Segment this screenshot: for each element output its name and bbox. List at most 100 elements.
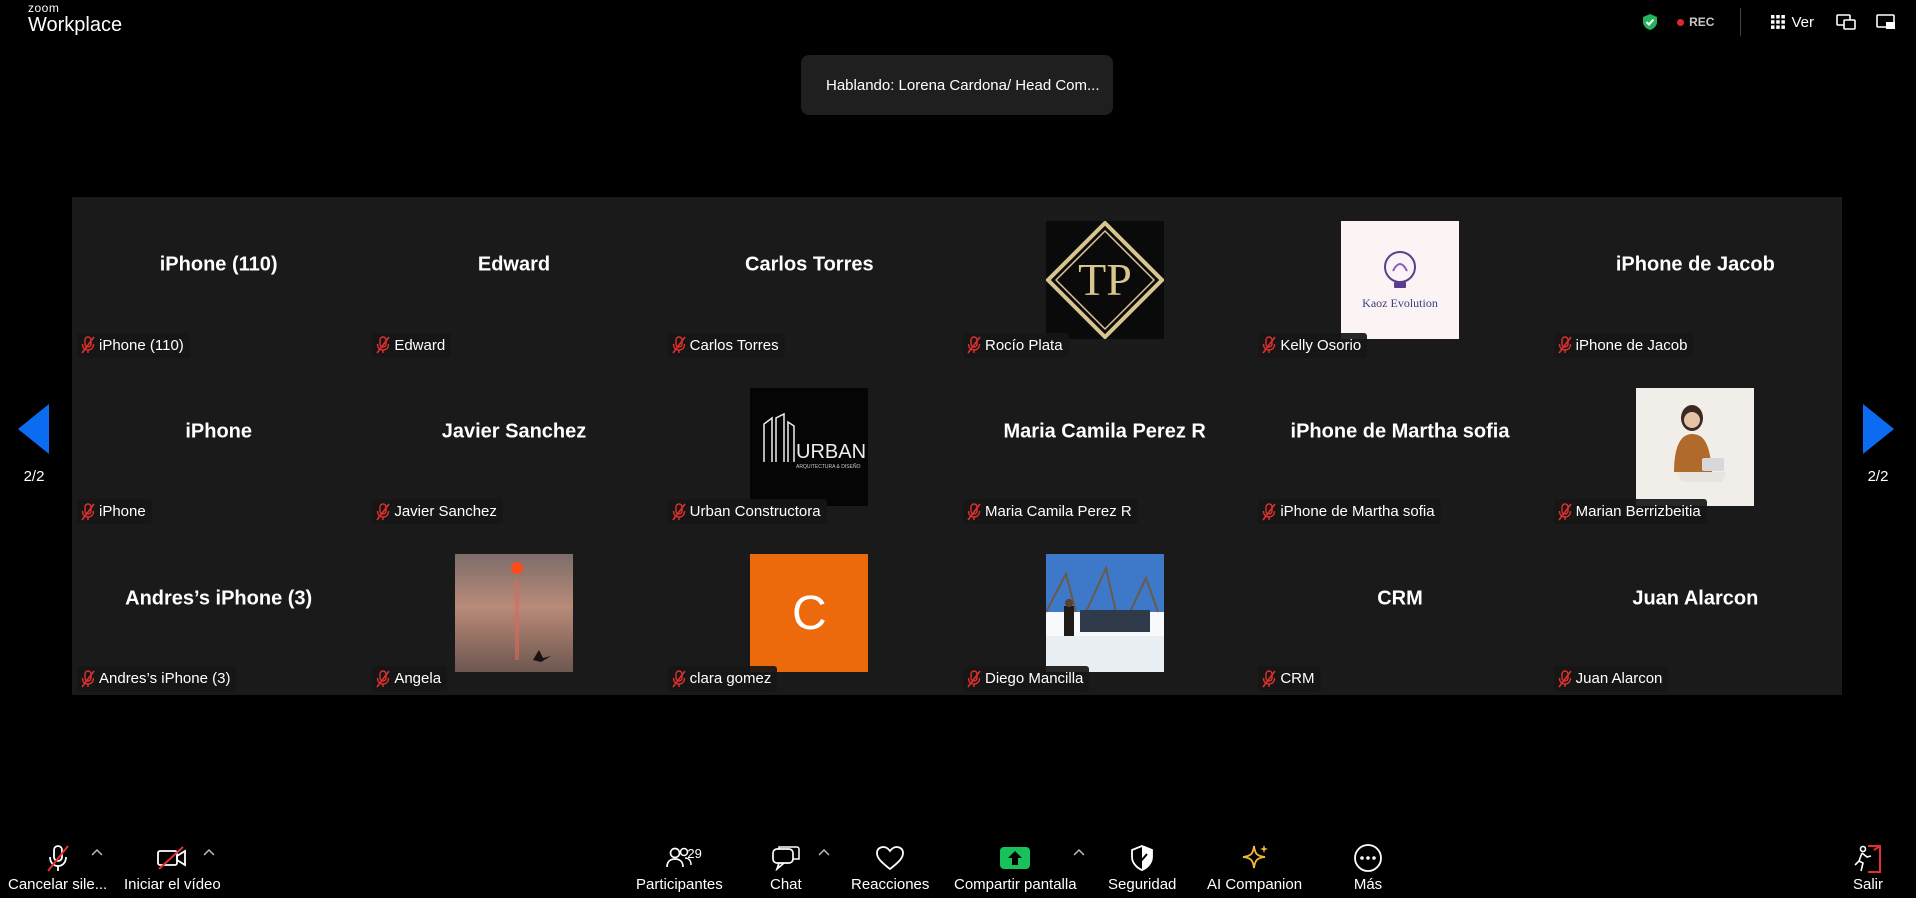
participant-tile[interactable]: iPhone de Jacob iPhone de Jacob — [1548, 197, 1842, 362]
participant-name: Rocío Plata — [985, 336, 1063, 354]
mic-muted-icon — [1262, 669, 1276, 687]
mic-muted-icon — [376, 669, 390, 687]
grid-view-icon — [1771, 15, 1786, 29]
participant-tile[interactable]: iPhone (110) iPhone (110) — [72, 197, 366, 362]
leave-button[interactable]: Salir — [1852, 840, 1884, 898]
audio-options-caret-icon[interactable] — [91, 848, 103, 856]
participant-tile[interactable]: Carlos Torres Carlos Torres — [662, 197, 956, 362]
active-speaker-text: Hablando: Lorena Cardona/ Head Com... — [826, 76, 1100, 94]
participant-name: CRM — [1280, 670, 1315, 687]
participant-display-name: CRM — [1377, 587, 1423, 610]
participant-name: iPhone de Martha sofia — [1280, 503, 1435, 521]
participant-name-label: Angela — [372, 666, 448, 691]
participant-name: Diego Mancilla — [985, 670, 1084, 687]
share-options-caret-icon[interactable] — [1073, 848, 1085, 856]
mic-muted-icon — [81, 669, 95, 687]
mic-muted-icon — [672, 669, 686, 687]
more-label: Más — [1353, 876, 1383, 893]
participants-button[interactable]: 29 Participantes — [636, 840, 723, 898]
participant-tile[interactable]: Marian Berrizbeitia — [1548, 363, 1842, 529]
chat-label: Chat — [770, 876, 802, 893]
participant-name-label: Diego Mancilla — [963, 666, 1090, 691]
video-off-icon — [157, 846, 187, 870]
chat-button[interactable]: Chat — [770, 840, 802, 898]
participant-name-label: Kelly Osorio — [1258, 332, 1368, 358]
participant-name-label: Juan Alarcon — [1553, 666, 1669, 691]
video-options-caret-icon[interactable] — [203, 848, 215, 856]
participant-tile[interactable]: Diego Mancilla — [958, 530, 1252, 695]
sparkle-icon — [1242, 845, 1268, 869]
participants-count: 29 — [687, 846, 702, 861]
reactions-button[interactable]: Reacciones — [851, 840, 929, 898]
logo-text: TP — [1078, 254, 1132, 305]
participant-tile[interactable]: Juan Alarcon Juan Alarcon — [1548, 530, 1842, 695]
participant-tile[interactable]: Javier Sanchez Javier Sanchez — [367, 363, 661, 529]
participant-name: Angela — [394, 670, 442, 687]
security-button[interactable]: Seguridad — [1108, 840, 1176, 898]
share-screen-label: Compartir pantalla — [954, 876, 1077, 893]
participant-tile[interactable]: Angela — [367, 530, 661, 695]
participant-display-name: Edward — [477, 253, 551, 276]
profile-logo: Kaoz Evolution — [1340, 221, 1459, 339]
mic-muted-icon — [1558, 669, 1572, 687]
participant-display-name: Maria Camila Perez R — [1003, 420, 1206, 443]
participant-name: Urban Constructora — [689, 503, 821, 521]
divider — [1740, 8, 1742, 36]
encryption-shield-icon[interactable] — [1641, 13, 1659, 31]
participant-name: Javier Sanchez — [394, 503, 497, 521]
more-button[interactable]: Más — [1353, 840, 1383, 898]
start-video-label: Iniciar el vídeo — [124, 876, 221, 893]
reactions-label: Reacciones — [851, 876, 930, 893]
profile-photo — [1636, 387, 1755, 506]
picture-in-picture-icon[interactable] — [1836, 14, 1856, 30]
participant-name: Juan Alarcon — [1575, 670, 1663, 687]
mic-muted-icon — [46, 845, 69, 872]
previous-page-button[interactable]: 2/2 — [12, 404, 56, 485]
participant-name-label: Javier Sanchez — [372, 499, 503, 525]
arrow-left-icon — [18, 404, 49, 454]
logo-text: URBAN — [796, 441, 866, 463]
page-indicator-right: 2/2 — [1867, 468, 1889, 485]
participant-tile[interactable]: Maria Camila Perez R Maria Camila Perez R — [958, 363, 1252, 529]
participant-name-label: Rocío Plata — [963, 332, 1069, 358]
fullscreen-icon[interactable] — [1876, 14, 1896, 30]
participant-name: iPhone (110) — [99, 336, 184, 354]
participant-tile[interactable]: Cclara gomez — [662, 530, 956, 695]
participant-tile[interactable]: iPhone iPhone — [72, 363, 366, 529]
share-screen-button[interactable]: Compartir pantalla — [954, 840, 1077, 898]
participant-name-label: iPhone de Martha sofia — [1258, 499, 1441, 525]
participant-tile[interactable]: Kaoz Evolution Kelly Osorio — [1253, 197, 1547, 362]
leave-label: Salir — [1852, 876, 1883, 893]
participant-tile[interactable]: Andres’s iPhone (3) Andres’s iPhone (3) — [72, 530, 366, 695]
participant-tile[interactable]: URBAN ARQUITECTURA & DISEÑO Urban Construc… — [662, 363, 956, 529]
participant-display-name: iPhone de Jacob — [1615, 253, 1775, 276]
ai-companion-button[interactable]: AI Companion — [1207, 840, 1302, 898]
participant-display-name: iPhone (110) — [159, 253, 278, 276]
brand-bottom: Workplace — [28, 14, 123, 36]
participant-tile[interactable]: CRM CRM — [1253, 530, 1547, 695]
avatar: C — [750, 554, 869, 673]
profile-logo: TP — [1045, 221, 1164, 339]
logo-text: Kaoz Evolution — [1362, 296, 1438, 310]
participant-name: Kelly Osorio — [1280, 336, 1362, 354]
mic-muted-icon — [672, 503, 686, 521]
view-button[interactable]: Ver — [1771, 14, 1814, 31]
logo-subtext: ARQUITECTURA & DISEÑO — [796, 463, 861, 470]
mic-muted-icon — [672, 336, 686, 354]
mic-muted-icon — [967, 503, 981, 521]
chat-options-caret-icon[interactable] — [818, 848, 830, 856]
participant-name-label: clara gomez — [667, 666, 778, 691]
participant-display-name: iPhone — [185, 420, 252, 443]
mic-muted-icon — [81, 336, 95, 354]
participant-name: clara gomez — [689, 670, 772, 687]
participant-name-label: iPhone de Jacob — [1553, 332, 1694, 358]
participant-tile[interactable]: TP Rocío Plata — [958, 197, 1252, 362]
participant-name-label: iPhone (110) — [77, 332, 190, 358]
next-page-button[interactable]: 2/2 — [1856, 404, 1900, 485]
participant-name-label: Edward — [372, 332, 452, 358]
recording-indicator[interactable]: REC — [1677, 15, 1714, 29]
participant-tile[interactable]: iPhone de Martha sofia iPhone de Martha s… — [1253, 363, 1547, 529]
participant-name: iPhone — [99, 503, 146, 521]
arrow-right-icon — [1863, 404, 1894, 454]
participant-tile[interactable]: Edward Edward — [367, 197, 661, 362]
